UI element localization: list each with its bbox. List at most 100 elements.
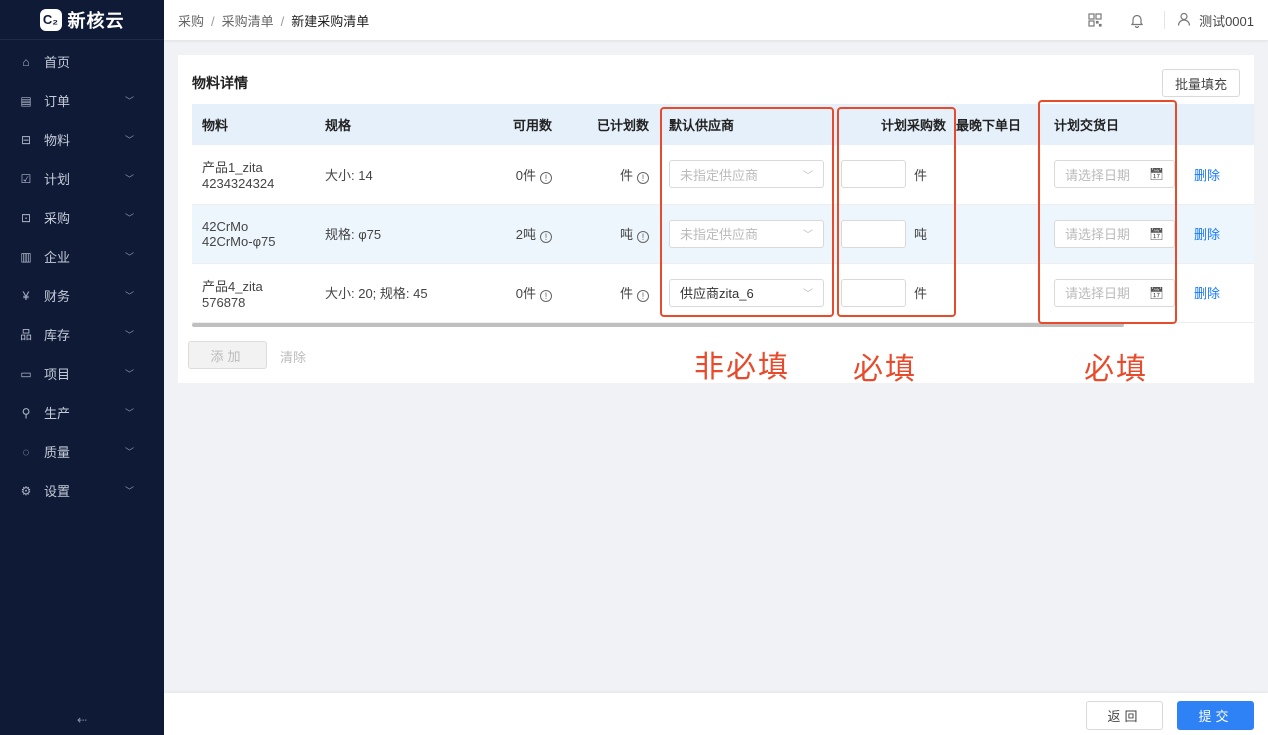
user-icon[interactable]: [1177, 12, 1191, 29]
batch-fill-button[interactable]: 批量填充: [1162, 69, 1240, 97]
supplier-cell: 未指定供应商 ﹀: [659, 204, 836, 264]
material-detail-card: 物料详情 批量填充 物料 规格 可用数 已计划数 默认供应商 计划采购数 最晚下…: [178, 55, 1254, 383]
add-button[interactable]: 添加: [188, 341, 267, 369]
clear-button[interactable]: 清除: [280, 347, 306, 366]
delivery-date-picker[interactable]: 请选择日期 📅︎: [1054, 219, 1175, 248]
supplier-select[interactable]: 供应商zita_6 ﹀: [669, 278, 824, 307]
table-horizontal-scrollbar[interactable]: [192, 323, 1124, 327]
info-icon[interactable]: !: [637, 231, 649, 243]
plan-qty-input[interactable]: [841, 278, 906, 307]
material-name: 42CrMo: [202, 218, 249, 234]
plan-qty-input[interactable]: [841, 219, 906, 248]
qty-unit: 吨: [914, 227, 928, 242]
delete-link[interactable]: 删除: [1194, 286, 1220, 301]
chevron-down-icon: ﹀: [124, 408, 134, 418]
annotation-required-label: 必填: [853, 352, 917, 387]
chevron-down-icon: ﹀: [124, 96, 134, 106]
material-name: 产品4_zita: [202, 278, 263, 294]
production-icon: ⚲: [21, 405, 31, 420]
table-row: 42CrMo 42CrMo-φ75 规格: φ75 2吨! 吨! 未指定供应商 ﹀ …: [192, 204, 1254, 264]
sidebar-item-label: 项目: [44, 367, 71, 382]
sidebar-item-quality[interactable]: ◌ 质量 ﹀: [0, 432, 164, 471]
material-cell: 产品4_zita 576878: [192, 263, 315, 323]
col-available: 可用数: [485, 104, 562, 145]
delivery-date-picker[interactable]: 请选择日期 📅︎: [1054, 160, 1175, 189]
col-planned: 已计划数: [562, 104, 659, 145]
material-table: 物料 规格 可用数 已计划数 默认供应商 计划采购数 最晚下单日 计划交货日 产…: [192, 104, 1254, 323]
delete-link[interactable]: 删除: [1194, 168, 1220, 183]
action-cell: 删除: [1184, 263, 1254, 323]
sidebar-item-orders[interactable]: ▤ 订单 ﹀: [0, 81, 164, 120]
info-icon[interactable]: !: [637, 290, 649, 302]
sidebar-item-inventory[interactable]: 品库存 ﹀: [0, 315, 164, 354]
chevron-down-icon: ﹀: [124, 213, 134, 223]
back-button[interactable]: 返回: [1086, 701, 1163, 730]
sidebar-item-label: 财务: [44, 289, 71, 304]
collapse-sidebar-icon[interactable]: ⇠: [0, 713, 164, 727]
bell-icon[interactable]: [1128, 11, 1146, 29]
info-icon[interactable]: !: [540, 290, 552, 302]
info-icon[interactable]: !: [540, 231, 552, 243]
col-plan-qty: 计划采购数: [836, 104, 956, 145]
delivery-cell: 请选择日期 📅︎: [1044, 263, 1184, 323]
sidebar-item-home[interactable]: ⌂ 首页: [0, 42, 164, 81]
calendar-icon: 📅︎: [1148, 285, 1164, 300]
delivery-date-picker[interactable]: 请选择日期 📅︎: [1054, 278, 1175, 307]
col-spec: 规格: [315, 104, 485, 145]
sidebar-item-enterprise[interactable]: ▥ 企业 ﹀: [0, 237, 164, 276]
info-icon[interactable]: !: [637, 171, 649, 184]
qty-unit: 件: [914, 167, 928, 183]
available-value: 0件: [515, 167, 536, 183]
plan-qty-input[interactable]: [841, 160, 906, 189]
sidebar-item-purchase[interactable]: ⊡ 采购 ﹀: [0, 198, 164, 237]
chevron-down-icon: ﹀: [124, 486, 134, 496]
plan-qty-cell: 件: [836, 145, 956, 205]
breadcrumb: 采购 / 采购清单 / 新建采购清单: [178, 11, 369, 30]
sidebar-item-materials[interactable]: ⊟ 物料 ﹀: [0, 120, 164, 159]
purchase-icon: ⊡: [20, 210, 32, 225]
header-actions: 测试0001: [1062, 11, 1254, 30]
logo-icon: C₂: [39, 8, 62, 31]
submit-button[interactable]: 提交: [1177, 701, 1254, 730]
available-cell: 0件!: [485, 145, 562, 205]
delivery-cell: 请选择日期 📅︎: [1044, 204, 1184, 264]
breadcrumb-separator: /: [211, 13, 215, 29]
breadcrumb-purchase[interactable]: 采购: [178, 14, 204, 29]
latest-order-cell: [956, 204, 1044, 264]
sidebar: C₂ 新核云 ⌂ 首页 ▤ 订单 ﹀ ⊟ 物料 ﹀ ☑ 计划 ﹀ ⊡ 采购 ﹀ ▥ 企业 ﹀ ¥ 财务 ﹀…: [0, 0, 164, 735]
sidebar-item-projects[interactable]: ▭ 项目 ﹀: [0, 354, 164, 393]
supplier-value: 供应商zita_6: [680, 286, 754, 301]
app-logo[interactable]: C₂ 新核云: [0, 0, 164, 40]
planned-value: 件: [619, 286, 633, 301]
table-header-row: 物料 规格 可用数 已计划数 默认供应商 计划采购数 最晚下单日 计划交货日: [192, 104, 1254, 145]
sidebar-item-label: 计划: [44, 172, 71, 187]
calendar-icon: 📅︎: [1148, 167, 1164, 182]
chevron-down-icon: ﹀: [124, 174, 134, 184]
material-code: 4234324324: [202, 176, 275, 192]
material-name: 产品1_zita: [202, 160, 263, 176]
user-name[interactable]: 测试0001: [1199, 11, 1254, 30]
order-icon: ▤: [20, 93, 32, 108]
supplier-select[interactable]: 未指定供应商 ﹀: [669, 160, 824, 189]
breadcrumb-purchase-list[interactable]: 采购清单: [222, 14, 274, 29]
sidebar-item-settings[interactable]: ⚙ 设置 ﹀: [0, 471, 164, 510]
sidebar-item-plan[interactable]: ☑ 计划 ﹀: [0, 159, 164, 198]
sidebar-item-finance[interactable]: ¥ 财务 ﹀: [0, 276, 164, 315]
sidebar-item-production[interactable]: ⚲ 生产 ﹀: [0, 393, 164, 432]
col-action: [1184, 104, 1254, 145]
delivery-cell: 请选择日期 📅︎: [1044, 145, 1184, 205]
sidebar-item-label: 库存: [44, 328, 71, 343]
info-icon[interactable]: !: [540, 171, 552, 184]
qrcode-icon[interactable]: [1086, 11, 1104, 29]
sidebar-nav: ⌂ 首页 ▤ 订单 ﹀ ⊟ 物料 ﹀ ☑ 计划 ﹀ ⊡ 采购 ﹀ ▥ 企业 ﹀ ¥ 财务 ﹀ 品库存 ﹀ ▭…: [0, 42, 164, 510]
planned-cell: 吨!: [562, 204, 659, 264]
delete-link[interactable]: 删除: [1194, 227, 1220, 242]
material-icon: ⊟: [20, 132, 32, 147]
calendar-icon: 📅︎: [1148, 226, 1164, 241]
supplier-select[interactable]: 未指定供应商 ﹀: [669, 219, 824, 248]
date-placeholder: 请选择日期: [1065, 227, 1131, 242]
footer-bar: 返回 提交: [164, 693, 1268, 735]
sidebar-item-label: 设置: [44, 484, 71, 499]
spec-cell: 规格: φ75: [315, 204, 485, 264]
plan-icon: ☑: [20, 171, 32, 186]
